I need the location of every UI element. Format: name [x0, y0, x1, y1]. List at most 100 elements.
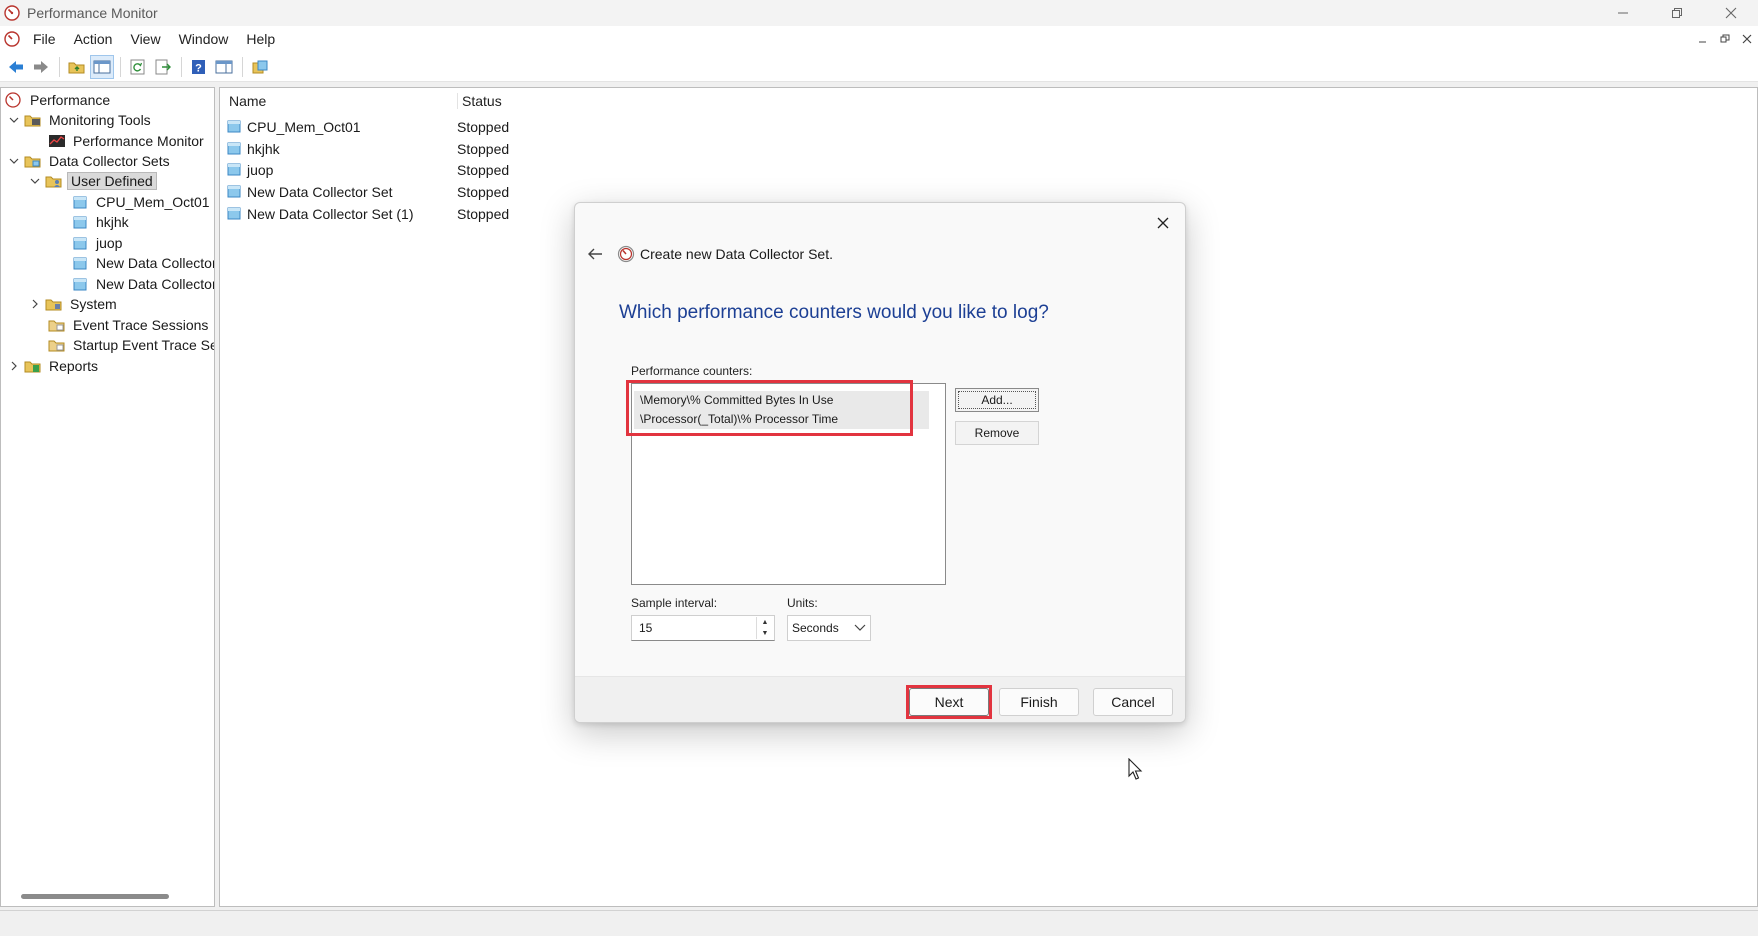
console-tree: Performance Monitoring Tools Performance…: [0, 87, 215, 907]
title-bar: Performance Monitor: [0, 0, 1758, 26]
tree-item-performance-monitor[interactable]: Performance Monitor: [48, 131, 207, 151]
restore-button[interactable]: [1650, 0, 1704, 26]
minimize-button[interactable]: [1596, 0, 1650, 26]
menu-bar: File Action View Window Help: [0, 26, 1758, 52]
remove-counter-button[interactable]: Remove: [955, 421, 1039, 445]
tree-item-juop[interactable]: juop: [71, 233, 125, 253]
menu-action[interactable]: Action: [65, 26, 122, 52]
tree-item-label: User Defined: [67, 172, 157, 190]
column-header-status[interactable]: Status: [457, 93, 557, 109]
list-row[interactable]: CPU_Mem_Oct01 Stopped: [220, 117, 820, 138]
data-collector-set-icon: [227, 163, 241, 176]
mdi-restore-button[interactable]: [1714, 26, 1736, 52]
forward-button[interactable]: [29, 55, 53, 79]
tree-item-label: Event Trace Sessions: [73, 317, 209, 333]
tree-item-label: Startup Event Trace Sess: [73, 337, 214, 353]
chevron-right-icon[interactable]: [28, 297, 42, 311]
sample-interval-input[interactable]: 15 ▲ ▼: [631, 615, 775, 641]
finish-button[interactable]: Finish: [999, 688, 1079, 716]
refresh-icon: [130, 59, 145, 74]
next-button[interactable]: Next: [909, 688, 989, 716]
tree-item-new-data-collector-set[interactable]: New Data Collector: [71, 253, 214, 273]
tree-item-monitoring-tools[interactable]: Monitoring Tools: [7, 110, 154, 130]
tree-item-system[interactable]: System: [28, 294, 120, 314]
performance-monitor-icon: [48, 133, 66, 149]
monitoring-tools-icon: [24, 112, 42, 128]
list-row[interactable]: New Data Collector Set Stopped: [220, 182, 820, 203]
data-collector-set-icon: [71, 214, 89, 230]
tree-item-hkjhk[interactable]: hkjhk: [71, 212, 132, 232]
counter-item[interactable]: \Processor(_Total)\% Processor Time: [634, 410, 929, 429]
tree-horizontal-scrollbar[interactable]: [21, 894, 169, 899]
close-button[interactable]: [1704, 0, 1758, 26]
dialog-back-button[interactable]: [583, 242, 607, 266]
chevron-down-icon[interactable]: [7, 154, 21, 168]
row-name: juop: [247, 162, 274, 178]
mdi-close-button[interactable]: [1736, 26, 1758, 52]
sample-interval-spinner[interactable]: ▲ ▼: [756, 617, 773, 639]
menu-help[interactable]: Help: [237, 26, 284, 52]
tree-item-data-collector-sets[interactable]: Data Collector Sets: [7, 151, 173, 171]
menu-file[interactable]: File: [24, 26, 65, 52]
row-name: CPU_Mem_Oct01: [247, 119, 361, 135]
chevron-right-icon[interactable]: [7, 359, 21, 373]
new-window-button[interactable]: [248, 55, 272, 79]
finish-button-label: Finish: [1020, 694, 1058, 710]
performance-monitor-app-icon: [4, 5, 20, 21]
units-selected-value: Seconds: [792, 621, 839, 635]
row-name: New Data Collector Set: [247, 184, 393, 200]
cancel-button[interactable]: Cancel: [1093, 688, 1173, 716]
menu-view[interactable]: View: [121, 26, 169, 52]
list-row[interactable]: hkjhk Stopped: [220, 139, 820, 160]
tree-item-startup-event-trace-sessions[interactable]: Startup Event Trace Sess: [48, 335, 214, 355]
dialog-close-button[interactable]: [1149, 209, 1177, 237]
tree-item-label: New Data Collector: [96, 276, 215, 292]
toolbar-separator: [59, 56, 60, 77]
back-button[interactable]: [4, 55, 28, 79]
column-header-name[interactable]: Name: [229, 93, 449, 109]
tree-item-label: CPU_Mem_Oct01: [96, 194, 210, 210]
chevron-down-icon[interactable]: [7, 113, 21, 127]
up-one-level-button[interactable]: [65, 55, 89, 79]
counter-item[interactable]: \Memory\% Committed Bytes In Use: [634, 391, 929, 410]
system-folder-icon: [45, 296, 63, 312]
add-counter-button[interactable]: Add...: [955, 388, 1039, 412]
toolbar: ?: [0, 52, 1758, 82]
sample-interval-label: Sample interval:: [631, 596, 718, 610]
svg-text:?: ?: [195, 62, 202, 74]
toolbar-separator: [120, 56, 121, 77]
show-hide-console-tree-button[interactable]: [90, 54, 114, 79]
data-collector-set-icon: [227, 207, 241, 220]
close-icon: [1157, 217, 1169, 229]
minimize-icon: [1618, 12, 1628, 14]
event-trace-folder-icon: [48, 317, 66, 333]
performance-counters-list[interactable]: \Memory\% Committed Bytes In Use \Proces…: [631, 383, 946, 585]
tree-item-cpu-mem-oct01[interactable]: CPU_Mem_Oct01: [71, 192, 213, 212]
list-row[interactable]: juop Stopped: [220, 160, 820, 181]
show-hide-action-pane-button[interactable]: [212, 55, 236, 79]
event-trace-folder-icon: [48, 337, 66, 353]
tree-item-reports[interactable]: Reports: [7, 356, 101, 376]
minimize-icon: [1699, 41, 1706, 43]
chevron-down-icon: [854, 624, 866, 631]
export-list-button[interactable]: [151, 55, 175, 79]
tree-item-event-trace-sessions[interactable]: Event Trace Sessions: [48, 315, 211, 335]
tree-item-label: Reports: [49, 358, 99, 374]
data-collector-set-icon: [252, 60, 268, 73]
tree-item-label: Data Collector Sets: [49, 153, 170, 169]
create-data-collector-set-dialog: Create new Data Collector Set. Which per…: [574, 202, 1186, 723]
row-status: Stopped: [457, 141, 510, 157]
data-collector-sets-icon: [24, 153, 42, 169]
tree-item-user-defined[interactable]: User Defined: [28, 171, 157, 191]
performance-wizard-icon: [617, 245, 635, 263]
mdi-child-icon[interactable]: [4, 31, 20, 47]
chevron-down-icon[interactable]: [28, 174, 42, 188]
help-button[interactable]: ?: [187, 55, 211, 79]
mdi-minimize-button[interactable]: [1692, 26, 1714, 52]
tree-item-new-data-collector-set-1[interactable]: New Data Collector: [71, 274, 215, 294]
units-dropdown[interactable]: Seconds: [787, 615, 871, 641]
refresh-button[interactable]: [126, 55, 150, 79]
tree-item-performance[interactable]: Performance: [5, 90, 113, 110]
menu-window[interactable]: Window: [170, 26, 238, 52]
spin-down-icon[interactable]: ▼: [756, 628, 773, 639]
